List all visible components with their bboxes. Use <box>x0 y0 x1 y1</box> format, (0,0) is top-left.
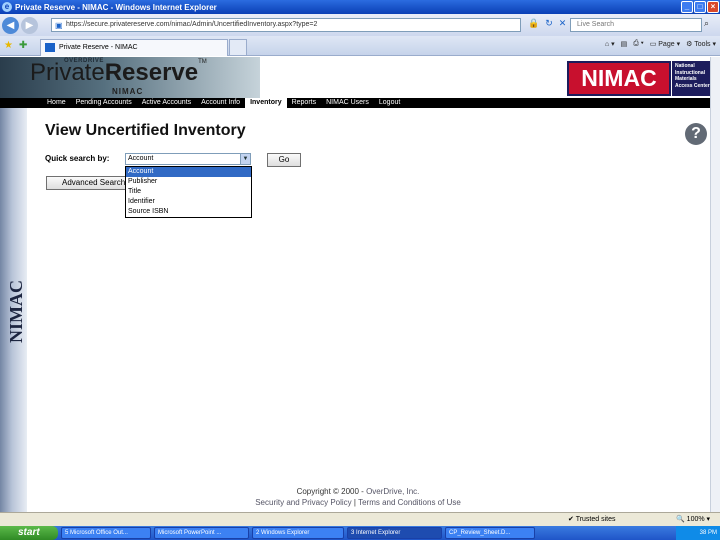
overdrive-link[interactable]: OverDrive, Inc. <box>366 487 419 496</box>
advanced-search-button[interactable]: Advanced Search <box>46 176 128 190</box>
feeds-icon[interactable]: ▤ <box>621 40 628 48</box>
side-banner: NIMAC <box>0 108 27 512</box>
home-icon[interactable]: ⌂ ▾ <box>605 40 615 48</box>
logo-tm: TM <box>198 59 207 65</box>
print-icon[interactable]: ⎙ ▾ <box>633 40 644 48</box>
system-tray-clock: 38 PM <box>676 526 720 540</box>
page-footer: Copyright © 2000 - OverDrive, Inc. Secur… <box>0 487 716 507</box>
quick-search-value: Account <box>128 155 154 162</box>
logo-private: Private <box>30 59 105 86</box>
private-reserve-logo: OVERDRIVE PrivateReserveTM NIMAC <box>0 57 260 98</box>
site-header: OVERDRIVE PrivateReserveTM NIMAC NIMAC N… <box>0 57 716 98</box>
option-source-isbn[interactable]: Source ISBN <box>126 207 251 217</box>
nav-nimac-users[interactable]: NIMAC Users <box>321 98 374 108</box>
window-titlebar: e Private Reserve - NIMAC - Windows Inte… <box>0 0 720 14</box>
lock-icon[interactable]: 🔒 <box>528 18 539 29</box>
vertical-scrollbar[interactable] <box>710 57 720 512</box>
privacy-policy-link[interactable]: Security and Privacy Policy <box>255 498 351 507</box>
footer-separator: | <box>353 498 356 507</box>
add-favorite-icon[interactable]: ✚ <box>19 40 27 51</box>
tools-menu-label: Tools <box>694 41 711 48</box>
start-button[interactable]: start <box>0 526 58 540</box>
command-bar: ⌂ ▾ ▤ ⎙ ▾ ▭ Page ▾ ⚙ Tools ▾ <box>605 40 716 48</box>
copyright-text: Copyright © 2000 - <box>296 487 367 496</box>
quick-search-dropdown: Account Publisher Title Identifier Sourc… <box>125 166 252 218</box>
quick-search-select[interactable]: Account ▼ <box>125 153 251 165</box>
back-button[interactable]: ◀ <box>2 16 19 34</box>
nav-account-info[interactable]: Account Info <box>196 98 245 108</box>
security-zone: ✔ Trusted sites <box>568 516 616 523</box>
go-button[interactable]: Go <box>267 153 301 167</box>
option-title[interactable]: Title <box>126 187 251 197</box>
window-title: Private Reserve - NIMAC - Windows Intern… <box>15 2 217 12</box>
taskbar-powerpoint[interactable]: Microsoft PowerPoint ... <box>154 527 249 539</box>
tab-title: Private Reserve - NIMAC <box>59 44 138 51</box>
address-bar: ◀ ▶ ▣ https://secure.privatereserve.com/… <box>0 14 720 36</box>
page-viewport: OVERDRIVE PrivateReserveTM NIMAC NIMAC N… <box>0 57 720 512</box>
taskbar-outlook[interactable]: 5 Microsoft Office Out... <box>61 527 151 539</box>
nav-logout[interactable]: Logout <box>374 98 405 108</box>
nav-active-accounts[interactable]: Active Accounts <box>137 98 196 108</box>
search-icon[interactable]: ⌕ <box>704 18 709 29</box>
taskbar-document[interactable]: CP_Review_Sheet.D... <box>445 527 535 539</box>
taskbar-explorer[interactable]: 2 Windows Explorer <box>252 527 344 539</box>
nav-home[interactable]: Home <box>42 98 71 108</box>
windows-taskbar: start 5 Microsoft Office Out... Microsof… <box>0 526 720 540</box>
favorites-star-icon[interactable]: ★ <box>4 40 13 51</box>
ie-logo-icon: e <box>2 2 12 12</box>
new-tab-button[interactable] <box>229 39 247 56</box>
stop-icon[interactable]: ✕ <box>559 18 567 29</box>
page-menu-label: Page <box>658 41 675 48</box>
chevron-down-icon[interactable]: ▼ <box>240 154 250 164</box>
close-icon[interactable]: × <box>707 1 719 13</box>
refresh-icon[interactable]: ↻ <box>545 18 553 29</box>
url-text: https://secure.privatereserve.com/nimac/… <box>66 21 318 28</box>
zoom-value: 100% <box>686 516 705 523</box>
page-title: View Uncertified Inventory <box>45 122 246 139</box>
minimize-icon[interactable]: _ <box>681 1 693 13</box>
main-nav: Home Pending Accounts Active Accounts Ac… <box>0 98 716 108</box>
zoom-level[interactable]: 🔍 100% ▾ <box>676 515 710 523</box>
side-banner-label: NIMAC <box>6 280 26 343</box>
taskbar-internet-explorer[interactable]: 3 Internet Explorer <box>347 527 442 539</box>
address-actions: 🔒 ↻ ✕ <box>528 18 566 29</box>
footer-links-row: Security and Privacy Policy | Terms and … <box>0 498 716 507</box>
window-controls: _ □ × <box>681 1 719 13</box>
help-icon[interactable]: ? <box>685 123 707 145</box>
live-search-input[interactable]: Live Search <box>570 18 702 32</box>
tools-menu[interactable]: ⚙ Tools ▾ <box>686 40 716 48</box>
logo-reserve: Reserve <box>104 59 199 86</box>
nav-pending-accounts[interactable]: Pending Accounts <box>71 98 137 108</box>
option-identifier[interactable]: Identifier <box>126 197 251 207</box>
page-icon: ▣ <box>55 21 63 30</box>
terms-link[interactable]: Terms and Conditions of Use <box>358 498 461 507</box>
status-bar: ✔ Trusted sites 🔍 100% ▾ <box>0 512 720 526</box>
security-zone-label: Trusted sites <box>575 516 616 523</box>
logo-subtitle: NIMAC <box>112 87 144 96</box>
footer-copyright-row: Copyright © 2000 - OverDrive, Inc. <box>0 487 716 496</box>
browser-tab[interactable]: Private Reserve - NIMAC <box>40 39 228 56</box>
url-input[interactable]: ▣ https://secure.privatereserve.com/nima… <box>51 18 521 32</box>
logo-wordmark: PrivateReserveTM <box>30 59 207 87</box>
quick-search-label: Quick search by: <box>45 154 110 163</box>
forward-button[interactable]: ▶ <box>21 16 38 34</box>
nav-reports[interactable]: Reports <box>287 98 322 108</box>
nimac-logo: NIMAC <box>567 61 671 96</box>
option-account[interactable]: Account <box>126 167 251 177</box>
nimac-description: National Instructional Materials Access … <box>672 61 714 96</box>
option-publisher[interactable]: Publisher <box>126 177 251 187</box>
page-menu[interactable]: ▭ Page ▾ <box>650 40 680 48</box>
nav-inventory[interactable]: Inventory <box>245 98 287 108</box>
tab-bar: ★ ✚ Private Reserve - NIMAC ⌂ ▾ ▤ ⎙ ▾ ▭ … <box>0 36 720 56</box>
maximize-icon[interactable]: □ <box>694 1 706 13</box>
tab-page-icon <box>45 43 55 52</box>
